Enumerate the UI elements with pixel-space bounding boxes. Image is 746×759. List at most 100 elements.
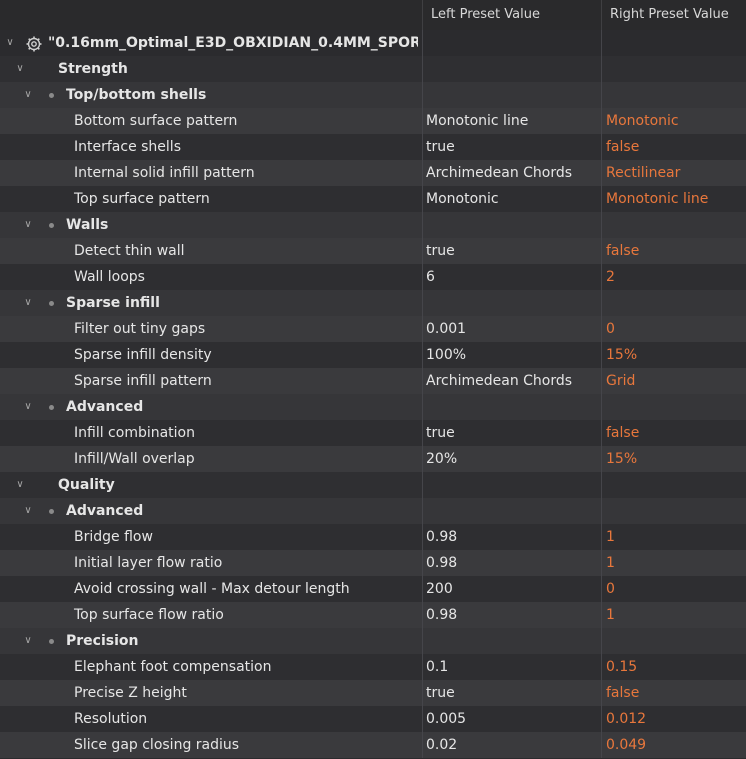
right-preset-value: 15% xyxy=(606,451,638,467)
table-row[interactable]: Elephant foot compensation 0.1 0.15 xyxy=(0,654,746,680)
setting-label: Slice gap closing radius xyxy=(74,737,240,753)
setting-label: Bridge flow xyxy=(74,529,153,545)
group-header[interactable]: ∨ Advanced xyxy=(0,394,746,420)
column-divider xyxy=(422,316,423,342)
column-divider xyxy=(422,56,423,82)
left-preset-value: true xyxy=(426,243,455,259)
left-preset-value: 0.98 xyxy=(426,529,458,545)
left-preset-value: 0.98 xyxy=(426,555,458,571)
group-header[interactable]: ∨ Advanced xyxy=(0,498,746,524)
column-divider xyxy=(601,212,602,238)
left-preset-value: Monotonic xyxy=(426,191,499,207)
chevron-down-icon[interactable]: ∨ xyxy=(4,30,16,56)
group-label: Sparse infill xyxy=(66,295,160,311)
group-header[interactable]: ∨ Sparse infill xyxy=(0,290,746,316)
right-preset-column-header[interactable]: Right Preset Value xyxy=(601,0,746,30)
column-divider xyxy=(601,368,602,394)
right-preset-value: 0 xyxy=(606,581,615,597)
table-row[interactable]: Filter out tiny gaps 0.001 0 xyxy=(0,316,746,342)
gear-icon[interactable] xyxy=(26,35,42,52)
preset-row[interactable]: ∨ "0.16mm_Optimal_E3D_OBXIDIAN_0.4MM_SPOR… xyxy=(0,30,746,56)
left-preset-column-header[interactable]: Left Preset Value xyxy=(422,0,602,30)
table-row[interactable]: Bridge flow 0.98 1 xyxy=(0,524,746,550)
group-header[interactable]: ∨ Top/bottom shells xyxy=(0,82,746,108)
setting-label: Elephant foot compensation xyxy=(74,659,272,675)
right-preset-value: Monotonic xyxy=(606,113,679,129)
table-row[interactable]: Initial layer flow ratio 0.98 1 xyxy=(0,550,746,576)
bullet-icon xyxy=(49,223,54,228)
table-row[interactable]: Sparse infill pattern Archimedean Chords G… xyxy=(0,368,746,394)
column-divider xyxy=(601,30,602,56)
table-row[interactable]: Infill/Wall overlap 20% 15% xyxy=(0,446,746,472)
column-divider xyxy=(601,264,602,290)
table-row[interactable]: Top surface pattern Monotonic Monotonic li… xyxy=(0,186,746,212)
left-preset-value: Archimedean Chords xyxy=(426,373,573,389)
bullet-icon xyxy=(49,509,54,514)
column-divider xyxy=(422,680,423,706)
column-divider xyxy=(422,134,423,160)
column-divider xyxy=(601,316,602,342)
column-divider xyxy=(601,238,602,264)
chevron-down-icon[interactable]: ∨ xyxy=(22,628,34,654)
column-divider xyxy=(422,30,423,56)
column-divider xyxy=(422,550,423,576)
column-divider xyxy=(422,524,423,550)
column-divider xyxy=(422,602,423,628)
chevron-down-icon[interactable]: ∨ xyxy=(22,82,34,108)
left-preset-value: Archimedean Chords xyxy=(426,165,573,181)
right-preset-value: Rectilinear xyxy=(606,165,681,181)
section-label: Strength xyxy=(58,61,128,77)
comparison-tree: ∨ "0.16mm_Optimal_E3D_OBXIDIAN_0.4MM_SPOR… xyxy=(0,30,746,758)
right-preset-value: 0.15 xyxy=(606,659,638,675)
right-preset-value: false xyxy=(606,685,640,701)
setting-label: Top surface flow ratio xyxy=(74,607,224,623)
section-header[interactable]: ∨ Quality xyxy=(0,472,746,498)
group-label: Advanced xyxy=(66,399,144,415)
right-preset-value: false xyxy=(606,243,640,259)
table-row[interactable]: Slice gap closing radius 0.02 0.049 xyxy=(0,732,746,758)
chevron-down-icon[interactable]: ∨ xyxy=(22,498,34,524)
column-divider xyxy=(422,628,423,654)
group-header[interactable]: ∨ Precision xyxy=(0,628,746,654)
table-row[interactable]: Infill combination true false xyxy=(0,420,746,446)
setting-label: Sparse infill density xyxy=(74,347,212,363)
column-divider xyxy=(601,342,602,368)
left-preset-value: 0.005 xyxy=(426,711,467,727)
left-preset-value: 20% xyxy=(426,451,458,467)
column-divider xyxy=(422,212,423,238)
chevron-down-icon[interactable]: ∨ xyxy=(14,56,26,82)
left-preset-value: 200 xyxy=(426,581,453,597)
column-divider xyxy=(422,706,423,732)
column-header: Left Preset Value Right Preset Value xyxy=(0,0,746,31)
group-label: Precision xyxy=(66,633,139,649)
setting-label: Resolution xyxy=(74,711,148,727)
table-row[interactable]: Precise Z height true false xyxy=(0,680,746,706)
setting-label: Sparse infill pattern xyxy=(74,373,212,389)
table-row[interactable]: Detect thin wall true false xyxy=(0,238,746,264)
chevron-down-icon[interactable]: ∨ xyxy=(22,212,34,238)
column-divider xyxy=(422,446,423,472)
table-row[interactable]: Interface shells true false xyxy=(0,134,746,160)
column-divider xyxy=(422,394,423,420)
group-header[interactable]: ∨ Walls xyxy=(0,212,746,238)
setting-label: Top surface pattern xyxy=(74,191,210,207)
chevron-down-icon[interactable]: ∨ xyxy=(22,290,34,316)
right-preset-value: 15% xyxy=(606,347,638,363)
table-row[interactable]: Internal solid infill pattern Archimedean… xyxy=(0,160,746,186)
table-row[interactable]: Wall loops 6 2 xyxy=(0,264,746,290)
table-row[interactable]: Resolution 0.005 0.012 xyxy=(0,706,746,732)
section-header[interactable]: ∨ Strength xyxy=(0,56,746,82)
column-divider xyxy=(601,472,602,498)
chevron-down-icon[interactable]: ∨ xyxy=(14,472,26,498)
table-row[interactable]: Sparse infill density 100% 15% xyxy=(0,342,746,368)
right-preset-value: false xyxy=(606,425,640,441)
chevron-down-icon[interactable]: ∨ xyxy=(22,394,34,420)
table-row[interactable]: Bottom surface pattern Monotonic line Mono… xyxy=(0,108,746,134)
column-divider xyxy=(601,108,602,134)
table-row[interactable]: Avoid crossing wall - Max detour length 2… xyxy=(0,576,746,602)
right-preset-value: false xyxy=(606,139,640,155)
table-row[interactable]: Top surface flow ratio 0.98 1 xyxy=(0,602,746,628)
bullet-icon xyxy=(49,301,54,306)
column-divider xyxy=(601,446,602,472)
setting-label: Bottom surface pattern xyxy=(74,113,238,129)
